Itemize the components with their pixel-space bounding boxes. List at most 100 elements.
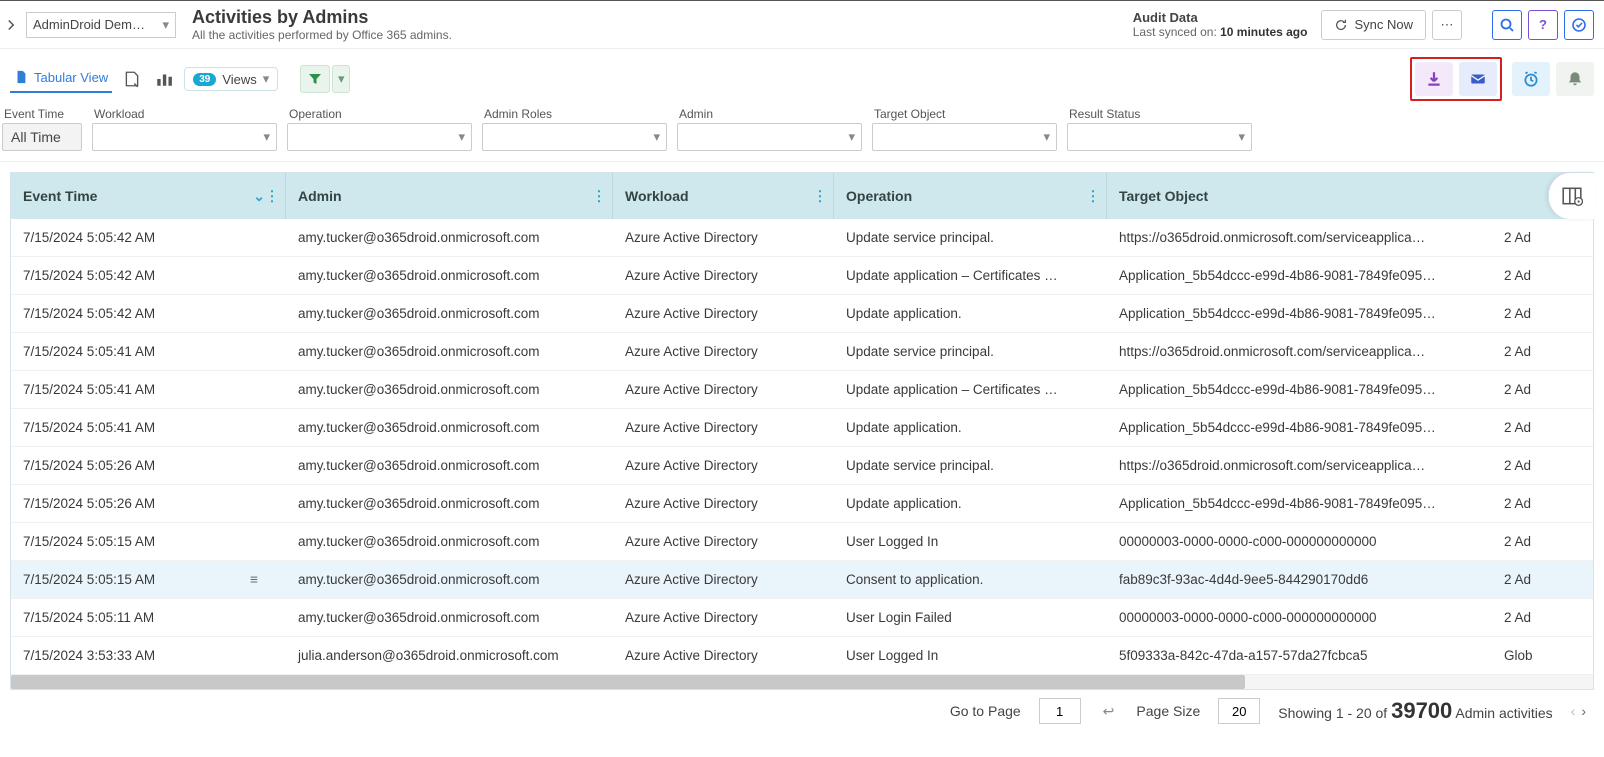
goto-page-submit-icon[interactable]: ↩ — [1099, 703, 1119, 720]
help-icon: ? — [1539, 17, 1547, 32]
tab-label: Tabular View — [34, 70, 108, 85]
column-menu-icon[interactable]: ⋮ — [592, 188, 606, 205]
table-row[interactable]: 7/15/2024 5:05:42 AM≡amy.tucker@o365droi… — [11, 257, 1593, 295]
cell-admin: amy.tucker@o365droid.onmicrosoft.com — [286, 496, 613, 511]
filter-admin[interactable]: ▾ — [677, 123, 862, 151]
cell-role: 2 Ad — [1492, 420, 1552, 435]
table-row[interactable]: 7/15/2024 5:05:42 AM≡amy.tucker@o365droi… — [11, 219, 1593, 257]
breadcrumb-expand-icon[interactable] — [0, 14, 22, 36]
audit-synced-label: Last synced on: — [1133, 25, 1220, 39]
cell-operation: User Logged In — [834, 648, 1107, 663]
download-button[interactable] — [1415, 62, 1453, 96]
views-dropdown[interactable]: 39 Views ▾ — [184, 67, 278, 91]
col-header-workload[interactable]: Workload ⋮ — [613, 173, 834, 219]
views-count-badge: 39 — [193, 73, 216, 86]
sync-now-button[interactable]: Sync Now — [1321, 10, 1426, 40]
caret-down-icon: ▾ — [848, 129, 855, 145]
prev-page-button[interactable]: ‹ — [1571, 703, 1576, 719]
email-button[interactable] — [1459, 62, 1497, 96]
more-menu-button[interactable]: ⋯ — [1432, 10, 1462, 40]
check-button[interactable] — [1564, 10, 1594, 40]
cell-target: https://o365droid.onmicrosoft.com/servic… — [1107, 344, 1492, 359]
scrollbar-thumb[interactable] — [11, 675, 1245, 689]
cell-target: 5f09333a-842c-47da-a157-57da27fcbca5 — [1107, 648, 1492, 663]
cell-operation: Consent to application. — [834, 572, 1107, 587]
cell-role: Glob — [1492, 648, 1552, 663]
cell-workload: Azure Active Directory — [613, 230, 834, 245]
cell-workload: Azure Active Directory — [613, 534, 834, 549]
cell-role: 2 Ad — [1492, 268, 1552, 283]
goto-page-input[interactable] — [1039, 698, 1081, 724]
column-settings-button[interactable] — [1548, 173, 1594, 219]
column-menu-icon[interactable]: ⋮ — [813, 188, 827, 205]
org-selector[interactable]: AdminDroid Dem… ▾ — [26, 12, 176, 38]
table-row[interactable]: 7/15/2024 5:05:42 AM≡amy.tucker@o365droi… — [11, 295, 1593, 333]
search-icon — [1499, 17, 1515, 33]
cell-admin: amy.tucker@o365droid.onmicrosoft.com — [286, 420, 613, 435]
cell-event-time: 7/15/2024 5:05:26 AM≡ — [11, 458, 286, 473]
table-row[interactable]: 7/15/2024 3:53:33 AM≡julia.anderson@o365… — [11, 637, 1593, 675]
audit-synced-value: 10 minutes ago — [1220, 25, 1307, 39]
cell-target: Application_5b54dccc-e99d-4b86-9081-7849… — [1107, 382, 1492, 397]
tab-tabular-view[interactable]: Tabular View — [10, 66, 112, 93]
page-title: Activities by Admins — [192, 7, 452, 28]
filter-label-operation: Operation — [287, 107, 472, 121]
page-subtitle: All the activities performed by Office 3… — [192, 28, 452, 42]
table-row[interactable]: 7/15/2024 5:05:15 AM≡amy.tucker@o365droi… — [11, 561, 1593, 599]
cell-admin: amy.tucker@o365droid.onmicrosoft.com — [286, 306, 613, 321]
table-row[interactable]: 7/15/2024 5:05:15 AM≡amy.tucker@o365droi… — [11, 523, 1593, 561]
toolbar: Tabular View 39 Views ▾ ▾ — [0, 49, 1604, 105]
search-button[interactable] — [1492, 10, 1522, 40]
funnel-icon — [307, 71, 323, 87]
filter-target[interactable]: ▾ — [872, 123, 1057, 151]
col-header-target[interactable]: Target Object ⋮ — [1107, 173, 1593, 219]
cell-target: 00000003-0000-0000-c000-000000000000 — [1107, 534, 1492, 549]
next-page-button[interactable]: › — [1581, 703, 1586, 719]
cell-workload: Azure Active Directory — [613, 344, 834, 359]
cell-operation: Update application. — [834, 420, 1107, 435]
column-menu-icon[interactable]: ⋮ — [265, 188, 279, 205]
cell-admin: julia.anderson@o365droid.onmicrosoft.com — [286, 648, 613, 663]
table-row[interactable]: 7/15/2024 5:05:41 AM≡amy.tucker@o365droi… — [11, 409, 1593, 447]
filter-label-admin-roles: Admin Roles — [482, 107, 667, 121]
header: AdminDroid Dem… ▾ Activities by Admins A… — [0, 1, 1604, 49]
filter-dropdown[interactable]: ▾ — [332, 65, 350, 93]
data-grid: Event Time ⌄ ⋮ Admin ⋮ Workload ⋮ Operat… — [10, 172, 1594, 690]
help-button[interactable]: ? — [1528, 10, 1558, 40]
filter-workload[interactable]: ▾ — [92, 123, 277, 151]
cell-event-time: 7/15/2024 5:05:15 AM≡ — [11, 572, 286, 587]
filter-admin-roles[interactable]: ▾ — [482, 123, 667, 151]
filter-button[interactable] — [300, 65, 330, 93]
cell-role: 2 Ad — [1492, 306, 1552, 321]
col-header-admin[interactable]: Admin ⋮ — [286, 173, 613, 219]
cell-event-time: 7/15/2024 5:05:15 AM≡ — [11, 534, 286, 549]
caret-down-icon: ▾ — [162, 17, 169, 33]
cell-operation: Update application – Certificates … — [834, 382, 1107, 397]
row-menu-icon[interactable]: ≡ — [250, 572, 258, 587]
export-template-button[interactable] — [120, 67, 144, 91]
filter-result[interactable]: ▾ — [1067, 123, 1252, 151]
table-row[interactable]: 7/15/2024 5:05:11 AM≡amy.tucker@o365droi… — [11, 599, 1593, 637]
cell-event-time: 7/15/2024 5:05:41 AM≡ — [11, 382, 286, 397]
table-row[interactable]: 7/15/2024 5:05:41 AM≡amy.tucker@o365droi… — [11, 333, 1593, 371]
filter-label-event-time: Event Time — [2, 107, 82, 121]
column-menu-icon[interactable]: ⋮ — [1086, 188, 1100, 205]
chart-view-button[interactable] — [152, 67, 176, 91]
filter-operation[interactable]: ▾ — [287, 123, 472, 151]
cell-operation: User Login Failed — [834, 610, 1107, 625]
cell-role: 2 Ad — [1492, 572, 1552, 587]
views-label: Views — [222, 72, 256, 87]
col-header-operation[interactable]: Operation ⋮ — [834, 173, 1107, 219]
cell-workload: Azure Active Directory — [613, 458, 834, 473]
horizontal-scrollbar[interactable] — [11, 675, 1593, 689]
pagesize-input[interactable] — [1218, 698, 1260, 724]
cell-operation: Update service principal. — [834, 344, 1107, 359]
alert-button[interactable] — [1556, 62, 1594, 96]
cell-admin: amy.tucker@o365droid.onmicrosoft.com — [286, 610, 613, 625]
table-row[interactable]: 7/15/2024 5:05:26 AM≡amy.tucker@o365droi… — [11, 447, 1593, 485]
col-header-event-time[interactable]: Event Time ⌄ ⋮ — [11, 173, 286, 219]
schedule-button[interactable] — [1512, 62, 1550, 96]
filter-event-time[interactable]: All Time — [2, 123, 82, 151]
table-row[interactable]: 7/15/2024 5:05:41 AM≡amy.tucker@o365droi… — [11, 371, 1593, 409]
table-row[interactable]: 7/15/2024 5:05:26 AM≡amy.tucker@o365droi… — [11, 485, 1593, 523]
